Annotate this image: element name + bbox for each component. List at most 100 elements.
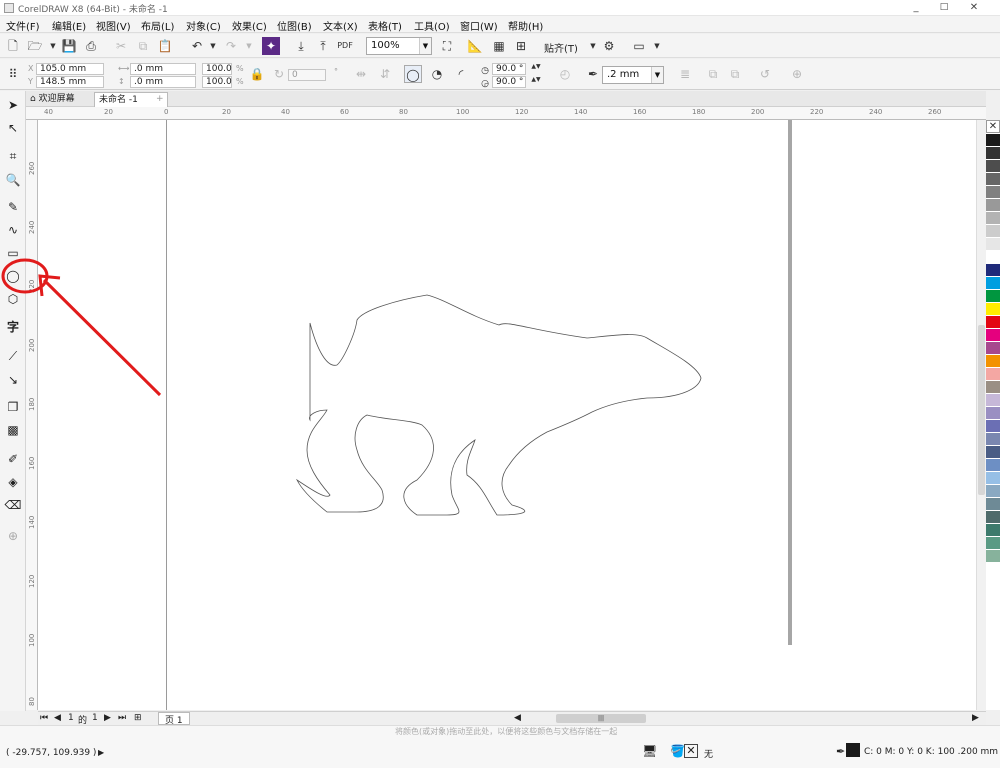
first-page-icon[interactable]: ⏮ bbox=[40, 713, 48, 723]
prev-page-icon[interactable]: ◀ bbox=[54, 713, 61, 723]
color-swatch[interactable] bbox=[986, 173, 1000, 186]
shape-tool-icon[interactable]: ↖ bbox=[4, 119, 22, 137]
export-icon[interactable]: ⤒ bbox=[314, 37, 332, 55]
end-angle-spinner-icon[interactable]: ▲▼ bbox=[528, 74, 544, 86]
color-swatch[interactable] bbox=[986, 420, 1000, 433]
color-swatch[interactable] bbox=[986, 238, 1000, 251]
outline-width-select[interactable]: .2 mm ▼ bbox=[602, 66, 664, 84]
scale-y-field[interactable]: 100.0 bbox=[202, 76, 232, 88]
menu-bitmaps[interactable]: 位图(B) bbox=[277, 18, 312, 33]
color-swatch[interactable] bbox=[986, 342, 1000, 355]
menu-text[interactable]: 文本(X) bbox=[323, 18, 358, 33]
snap-to-menu[interactable]: 贴齐(T) bbox=[544, 40, 578, 55]
no-color-swatch[interactable]: ✕ bbox=[986, 120, 1000, 133]
application-launcher-icon[interactable]: ▭ bbox=[630, 37, 648, 55]
interactive-fill-icon[interactable]: ◈ bbox=[4, 473, 22, 491]
color-swatch[interactable] bbox=[986, 485, 1000, 498]
scroll-right-icon[interactable]: ▶ bbox=[972, 713, 979, 723]
menu-file[interactable]: 文件(F) bbox=[6, 18, 40, 33]
maximize-button[interactable]: □ bbox=[930, 0, 958, 15]
start-angle-spinner-icon[interactable]: ▲▼ bbox=[528, 61, 544, 73]
horizontal-ruler[interactable]: 40 20 0 20 40 60 80 100 120 140 160 180 … bbox=[26, 107, 986, 120]
tab-welcome-screen[interactable]: ⌂ 欢迎屏幕 bbox=[26, 92, 92, 107]
color-swatch[interactable] bbox=[986, 329, 1000, 342]
new-document-icon[interactable]: 🗋 bbox=[4, 37, 22, 55]
mirror-vertical-icon[interactable]: ⇵ bbox=[376, 65, 394, 83]
show-grid-icon[interactable]: ▦ bbox=[490, 37, 508, 55]
start-angle-field[interactable]: 90.0 ° bbox=[492, 63, 526, 75]
drawing-canvas[interactable] bbox=[38, 120, 986, 710]
page-1-tab[interactable]: 页 1 bbox=[158, 712, 190, 726]
vertical-scrollbar[interactable] bbox=[976, 120, 986, 710]
to-front-icon[interactable]: ⧉ bbox=[704, 65, 722, 83]
color-swatch[interactable] bbox=[986, 381, 1000, 394]
color-swatch[interactable] bbox=[986, 394, 1000, 407]
add-tab-icon[interactable]: + bbox=[152, 92, 168, 107]
document-page[interactable] bbox=[166, 120, 788, 710]
publish-pdf-icon[interactable]: PDF bbox=[336, 37, 354, 55]
color-swatch[interactable] bbox=[986, 407, 1000, 420]
color-swatch[interactable] bbox=[986, 290, 1000, 303]
menu-edit[interactable]: 编辑(E) bbox=[52, 18, 86, 33]
copy-icon[interactable]: ⧉ bbox=[134, 37, 152, 55]
redo-dropdown-icon[interactable]: ▼ bbox=[240, 37, 258, 55]
to-back-icon[interactable]: ⧉ bbox=[726, 65, 744, 83]
launcher-dropdown-icon[interactable]: ▼ bbox=[648, 37, 666, 55]
width-field[interactable]: .0 mm bbox=[130, 63, 196, 75]
menu-layout[interactable]: 布局(L) bbox=[141, 18, 174, 33]
full-screen-icon[interactable]: ⛶ bbox=[438, 37, 456, 55]
color-swatch[interactable] bbox=[986, 147, 1000, 160]
convert-to-curves-icon[interactable]: ↺ bbox=[756, 65, 774, 83]
menu-tools[interactable]: 工具(O) bbox=[414, 18, 450, 33]
color-swatch[interactable] bbox=[986, 498, 1000, 511]
menu-help[interactable]: 帮助(H) bbox=[508, 18, 543, 33]
color-swatch[interactable] bbox=[986, 355, 1000, 368]
color-swatch[interactable] bbox=[986, 537, 1000, 550]
close-button[interactable]: ✕ bbox=[960, 0, 988, 15]
transparency-icon[interactable]: ▩ bbox=[4, 421, 22, 439]
color-swatch[interactable] bbox=[986, 186, 1000, 199]
smart-fill-icon[interactable]: ⌫ bbox=[4, 496, 22, 514]
print-icon[interactable]: ⎙ bbox=[82, 37, 100, 55]
color-swatch[interactable] bbox=[986, 264, 1000, 277]
redo-icon[interactable]: ↷ bbox=[222, 37, 240, 55]
zoom-level-select[interactable]: 100% ▼ bbox=[366, 37, 432, 55]
color-swatch[interactable] bbox=[986, 199, 1000, 212]
no-fill-swatch-icon[interactable]: ✕ bbox=[684, 744, 698, 758]
artistic-media-icon[interactable]: ∿ bbox=[4, 221, 22, 239]
vertical-scroll-thumb[interactable] bbox=[978, 325, 985, 495]
color-swatch[interactable] bbox=[986, 524, 1000, 537]
cut-icon[interactable]: ✂ bbox=[112, 37, 130, 55]
outline-color-swatch[interactable] bbox=[846, 743, 860, 757]
object-origin-icon[interactable]: ⠿ bbox=[4, 65, 22, 83]
color-swatch[interactable] bbox=[986, 550, 1000, 563]
scroll-left-icon[interactable]: ◀ bbox=[514, 713, 521, 723]
last-page-icon[interactable]: ⏭ bbox=[118, 713, 126, 723]
x-position-field[interactable]: 105.0 mm bbox=[36, 63, 104, 75]
menu-table[interactable]: 表格(T) bbox=[368, 18, 402, 33]
add-tool-icon[interactable]: ⊕ bbox=[4, 527, 22, 545]
arc-mode-icon[interactable]: ◜ bbox=[452, 65, 470, 83]
ellipse-mode-icon[interactable]: ◯ bbox=[404, 65, 422, 83]
color-swatch[interactable] bbox=[986, 446, 1000, 459]
color-swatch[interactable] bbox=[986, 459, 1000, 472]
zoom-tool-icon[interactable]: 🔍 bbox=[4, 171, 22, 189]
color-swatch[interactable] bbox=[986, 212, 1000, 225]
add-page-icon[interactable]: ⊞ bbox=[134, 713, 142, 723]
color-swatch[interactable] bbox=[986, 160, 1000, 173]
menu-effects[interactable]: 效果(C) bbox=[232, 18, 267, 33]
pick-tool-icon[interactable]: ➤ bbox=[4, 96, 22, 114]
pie-mode-icon[interactable]: ◔ bbox=[428, 65, 446, 83]
menu-view[interactable]: 视图(V) bbox=[96, 18, 131, 33]
height-field[interactable]: .0 mm bbox=[130, 76, 196, 88]
color-swatch[interactable] bbox=[986, 511, 1000, 524]
crop-tool-icon[interactable]: ⌗ bbox=[4, 147, 22, 165]
freehand-tool-icon[interactable]: ✎ bbox=[4, 198, 22, 216]
y-position-field[interactable]: 148.5 mm bbox=[36, 76, 104, 88]
menu-window[interactable]: 窗口(W) bbox=[460, 18, 498, 33]
color-swatch[interactable] bbox=[986, 472, 1000, 485]
undo-dropdown-icon[interactable]: ▼ bbox=[204, 37, 222, 55]
arc-direction-icon[interactable]: ◴ bbox=[556, 65, 574, 83]
vertical-ruler[interactable]: 260 240 220 200 180 160 140 120 100 80 bbox=[26, 120, 38, 710]
color-swatch[interactable] bbox=[986, 303, 1000, 316]
